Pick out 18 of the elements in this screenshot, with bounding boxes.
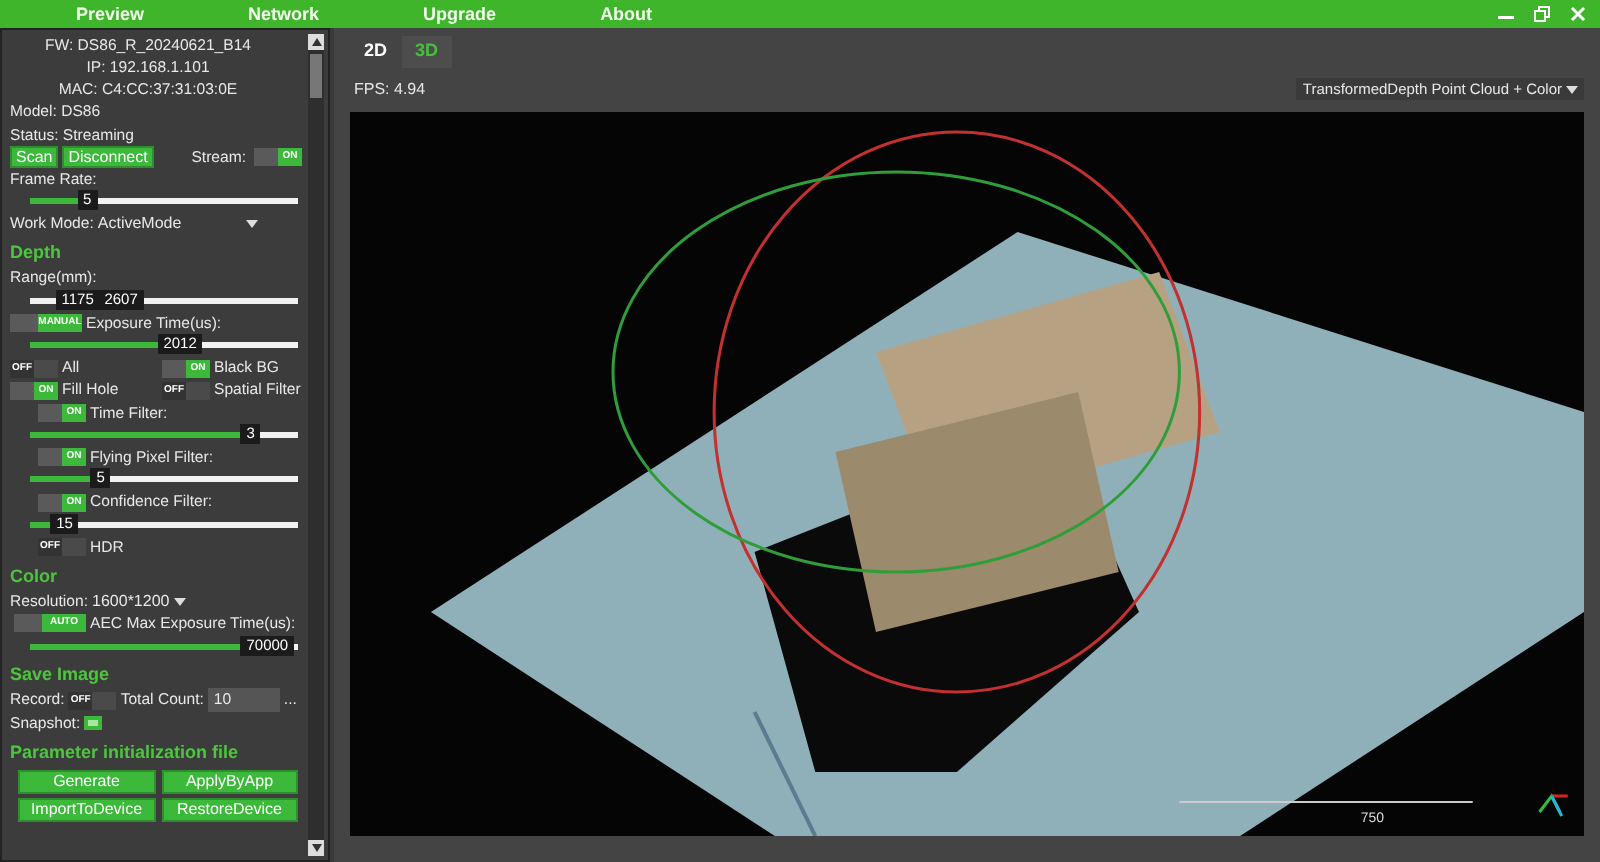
snapshot-icon[interactable] — [84, 715, 103, 730]
section-heading: Depth — [10, 240, 61, 267]
section-heading: Parameter initialization file — [10, 739, 239, 766]
dropdown-arrow-icon — [173, 597, 186, 606]
dropdown-arrow-icon — [1566, 85, 1578, 93]
view-tab[interactable]: 3D — [401, 36, 453, 67]
view-tab[interactable]: 2D — [350, 36, 402, 67]
scrollbar-thumb[interactable] — [310, 54, 322, 98]
restore-icon[interactable] — [1528, 0, 1556, 28]
dropdown-arrow-icon — [245, 220, 258, 229]
up-arrow-icon — [311, 38, 321, 46]
down-arrow-icon — [311, 844, 321, 852]
scroll-down-button[interactable] — [308, 840, 324, 856]
section-heading: Color — [10, 563, 57, 590]
scroll-up-button[interactable] — [308, 34, 324, 50]
fps-label: FPS: 4.94 — [354, 77, 426, 101]
axis-icon — [1538, 792, 1568, 816]
section-heading: Save Image — [10, 662, 110, 689]
